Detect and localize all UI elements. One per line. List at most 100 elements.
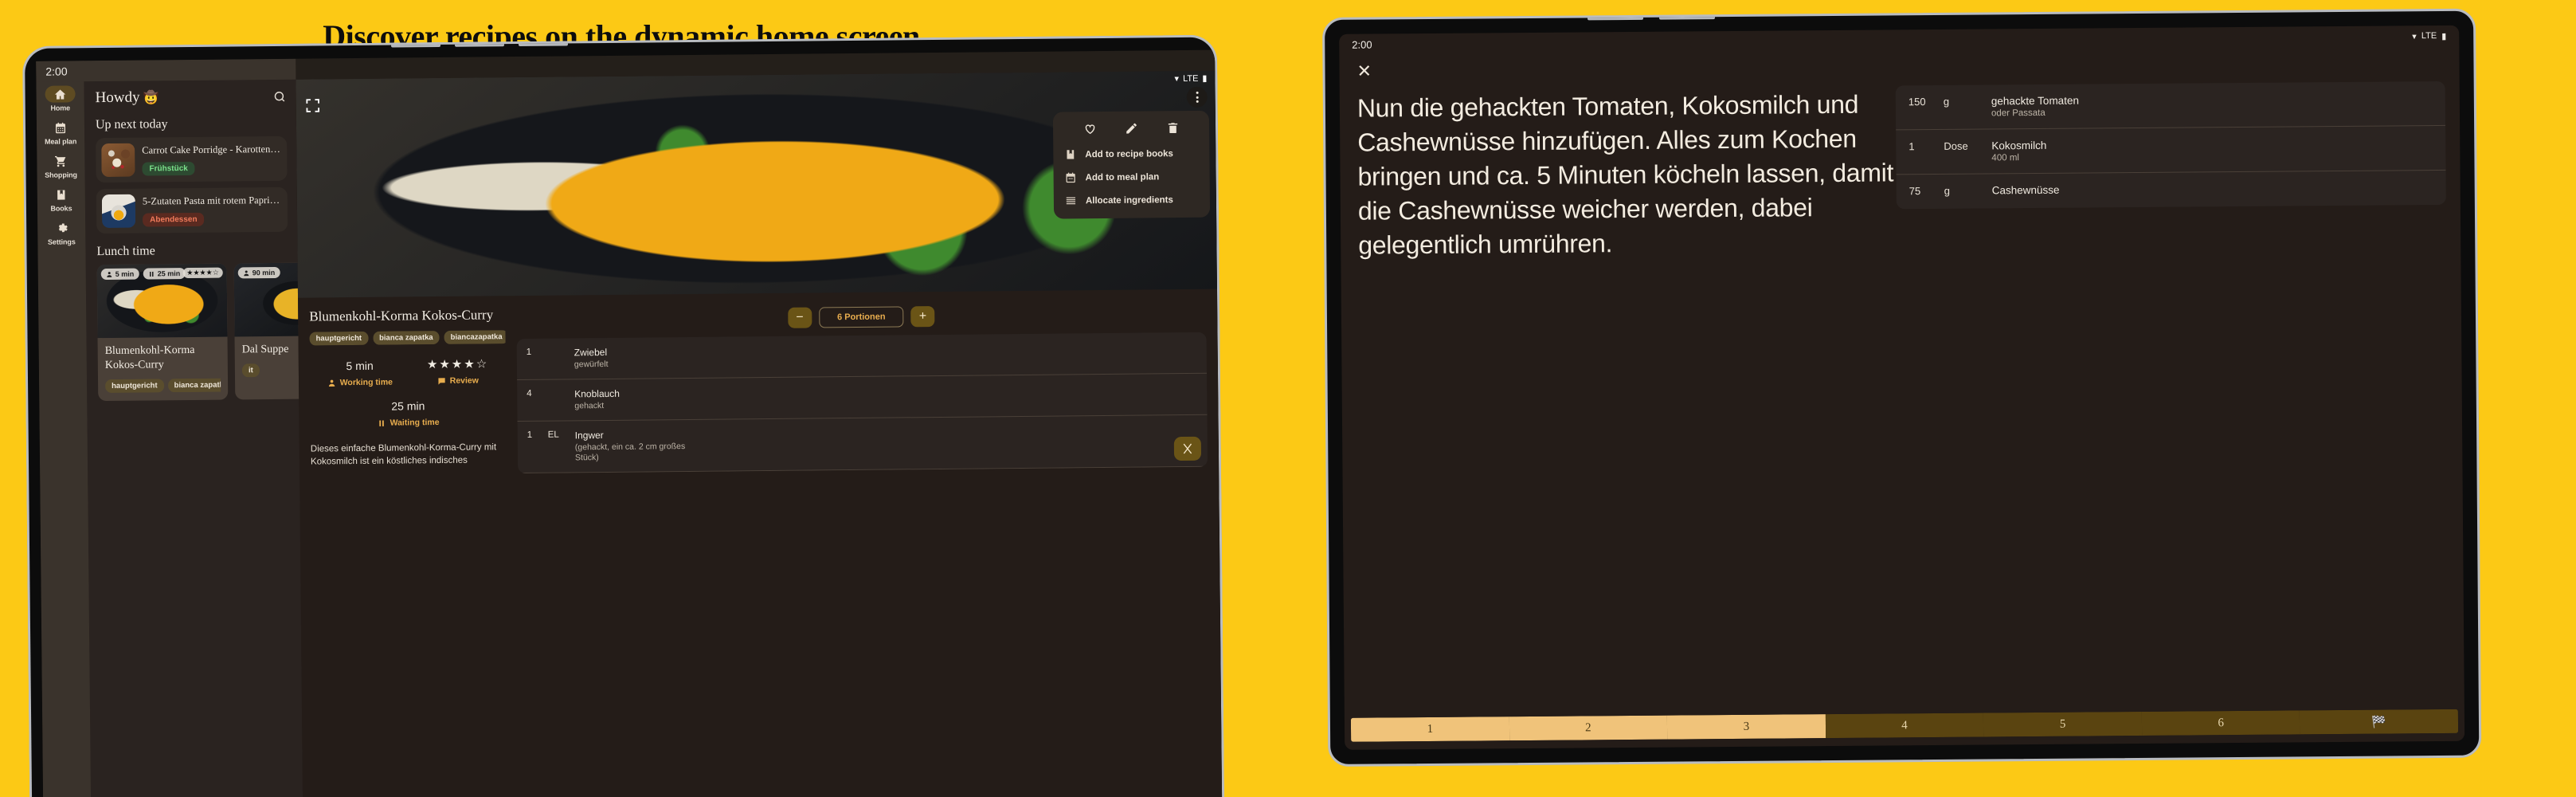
step-segment[interactable]: 4 [1825, 713, 1984, 739]
list-item[interactable]: Carrot Cake Porridge - Karottenku… Frühs… [96, 135, 288, 183]
recipe-card-korma[interactable]: 5 min 25 min ★★★★☆ Blumenkohl-Korma Koko… [96, 263, 229, 402]
table-row[interactable]: 1 Dose Kokosmilch 400 ml [1896, 125, 2446, 175]
expand-icon[interactable] [304, 96, 322, 114]
sidebar-item-home[interactable]: Home [37, 83, 82, 115]
close-icon[interactable]: ✕ [1357, 61, 1372, 81]
tag-row: hauptgericht bianca zapatka biancazapatk… [309, 330, 506, 346]
status-bar: 2:00 [36, 58, 296, 82]
greeting-text: Howdy [95, 88, 140, 107]
review-icon [438, 377, 445, 385]
context-menu[interactable]: Add to recipe books Add to meal plan All… [1052, 110, 1211, 219]
delete-icon[interactable] [1165, 121, 1179, 135]
working-time-badge: 5 min [100, 268, 139, 281]
recipe-image: 5 min 25 min ★★★★☆ [96, 263, 228, 339]
sidebar-item-shopping[interactable]: Shopping [38, 150, 83, 182]
search-icon[interactable] [273, 89, 287, 103]
cooking-utensils-icon[interactable] [1173, 436, 1202, 461]
status-bar-right: ▾ LTE ▮ [1174, 73, 1207, 84]
tag[interactable]: bianca zapatka [167, 378, 221, 393]
sidebar-item-label: Meal plan [45, 137, 77, 146]
favorite-icon[interactable] [1082, 122, 1096, 135]
section-title-lunch: Lunch time [96, 244, 155, 259]
wifi-icon: ▾ [2412, 31, 2417, 41]
status-clock: 2:00 [1352, 38, 1372, 51]
navigation-rail[interactable]: Home Meal plan Shopping Books Settings [36, 61, 92, 797]
sidebar-item-settings[interactable]: Settings [39, 217, 84, 249]
recipe-card-dal[interactable]: 90 min Dal Suppe it [233, 262, 303, 400]
tag[interactable]: hauptgericht [105, 379, 164, 394]
ingredient-note: 400 ml [1991, 153, 2019, 163]
sidebar-item-label: Home [50, 104, 71, 112]
sidebar-item-label: Shopping [45, 171, 77, 179]
ingredient-name: Kokosmilch [1991, 139, 2047, 152]
status-clock: 2:00 [45, 65, 68, 78]
step-segment[interactable]: 1 [1350, 717, 1509, 742]
working-time-label-row: Working time [327, 378, 393, 388]
cowboy-emoji: 🤠 [143, 91, 159, 105]
ingredient-note: oder Passata [1991, 108, 2046, 119]
tag[interactable]: it [241, 363, 260, 378]
ingredient-unit: Dose [1944, 139, 1968, 152]
rating-block[interactable]: ★★★★☆ Review [427, 357, 489, 387]
tag[interactable]: biancazapatka [444, 330, 506, 344]
table-row[interactable]: 75 g Cashewnüsse [1897, 171, 2446, 209]
list-item[interactable]: 5-Zutaten Pasta mit rotem Paprikap… Aben… [96, 186, 288, 234]
screenshot-stage: Discover recipes on the dynamic home scr… [0, 0, 2576, 797]
rating-badge: ★★★★☆ [182, 267, 223, 279]
ingredient-note: gehackt [574, 401, 605, 411]
person-icon [328, 379, 335, 387]
left-device-frame: 2:00 Home Meal plan Shopping Books Setti… [22, 34, 1225, 797]
calendar-icon [45, 119, 76, 135]
waiting-time-label-row: Waiting time [311, 417, 507, 428]
ingredient-name: Zwiebel [574, 346, 608, 359]
portion-stepper[interactable]: − 6 Portionen + [516, 304, 1206, 331]
menu-item-add-to-meal-plan[interactable]: Add to meal plan [1054, 165, 1210, 190]
menu-item-allocate-ingredients[interactable]: Allocate ingredients [1054, 188, 1210, 213]
recipe-title: 5-Zutaten Pasta mit rotem Paprikap… [142, 194, 282, 207]
gear-icon [46, 219, 76, 236]
sidebar-item-books[interactable]: Books [39, 183, 84, 215]
tag[interactable]: hauptgericht [309, 331, 369, 346]
ingredient-quantity: 1 [527, 430, 533, 440]
portion-decrease-button[interactable]: − [787, 307, 812, 328]
step-segment[interactable]: 5 [1983, 711, 2142, 737]
table-row[interactable]: 4 Knoblauch gehackt [517, 373, 1208, 422]
step-segment-finish[interactable]: 🏁 [2300, 709, 2459, 735]
status-badge: Abendessen [143, 212, 205, 227]
sidebar-item-meal-plan[interactable]: Meal plan [38, 116, 83, 148]
portion-value[interactable]: 6 Portionen [818, 306, 904, 328]
more-vertical-icon[interactable] [1186, 86, 1208, 108]
status-bar: 2:00 ▾ LTE ▮ [1339, 26, 2459, 55]
tag-row: hauptgericht bianca zapatka [105, 378, 221, 394]
step-segment[interactable]: 2 [1509, 715, 1668, 741]
time-and-rating-row: 5 min Working time ★★★★☆ Review [310, 357, 506, 388]
ingredient-quantity: 75 [1909, 185, 1921, 198]
working-time-block: 5 min Working time [327, 359, 393, 388]
pause-icon [379, 419, 384, 426]
table-row[interactable]: 1 Zwiebel gewürfelt [516, 332, 1208, 381]
table-row[interactable]: 1 EL Ingwer (gehackt, ein ca. 2 cm große… [517, 414, 1208, 474]
menu-item-add-to-recipe-books[interactable]: Add to recipe books [1053, 142, 1209, 167]
recipe-title: Blumenkohl-Korma Kokos-Curry [104, 344, 195, 372]
recipe-hero-image: ▾ LTE ▮ Add to recipe books Add to meal … [296, 70, 1217, 298]
ingredient-note: gewürfelt [574, 359, 609, 370]
label-text: Review [449, 375, 479, 386]
table-row[interactable]: 150 g gehackte Tomaten oder Passata [1895, 80, 2446, 131]
sidebar-item-label: Settings [47, 238, 76, 246]
step-segment[interactable]: 6 [2141, 710, 2300, 736]
badge-text: 25 min [157, 269, 181, 278]
book-icon [46, 186, 76, 202]
review-label-row: Review [427, 375, 488, 386]
step-segment[interactable]: 3 [1667, 714, 1826, 740]
step-progress-bar[interactable]: 1 2 3 4 5 6 🏁 [1350, 709, 2459, 742]
edit-icon[interactable] [1124, 122, 1137, 135]
lunch-card-row: 5 min 25 min ★★★★☆ Blumenkohl-Korma Koko… [96, 262, 303, 402]
recipe-description: Dieses einfache Blumenkohl-Korma-Curry m… [310, 442, 497, 467]
portion-increase-button[interactable]: + [910, 306, 935, 328]
tag[interactable]: bianca zapatka [372, 330, 440, 345]
ingredient-name: gehackte Tomaten [1991, 94, 2079, 108]
waiting-time-block: 25 min Waiting time [310, 398, 506, 428]
recipe-detail-body: Blumenkohl-Korma Kokos-Curry hauptgerich… [298, 289, 1219, 476]
working-time-badge: 90 min [237, 266, 280, 279]
person-icon [244, 269, 249, 276]
